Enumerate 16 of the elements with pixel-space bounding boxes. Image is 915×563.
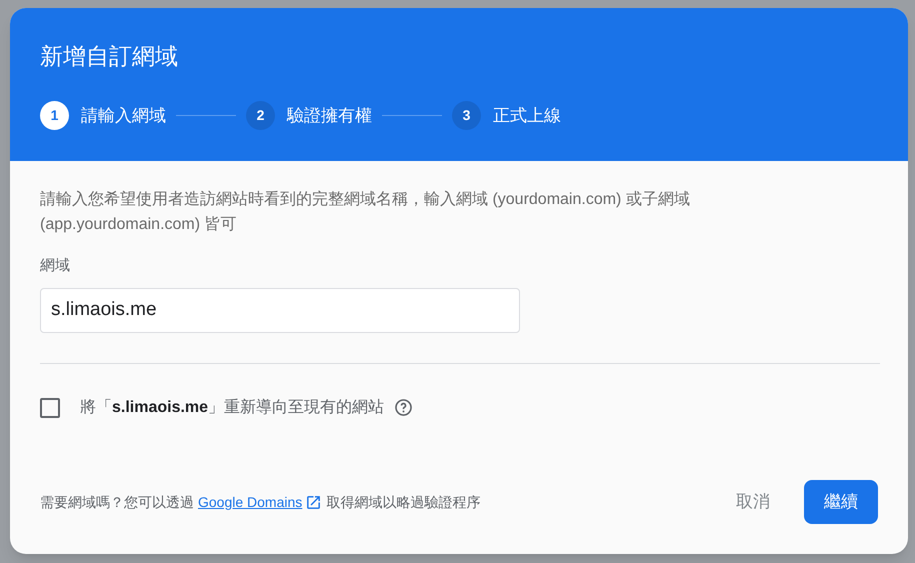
google-domains-link[interactable]: Google Domains bbox=[198, 492, 302, 512]
description: 請輸入您希望使用者造訪網站時看到的完整網域名稱，輸入網域 (yourdomain.com) 或子網域 (app.yourdomain.com) 皆可 bbox=[40, 190, 691, 235]
dialog-title: 新增自訂網域 bbox=[40, 42, 179, 71]
footer-text: 取得網域以略過驗證程序 bbox=[326, 492, 480, 512]
continue-button[interactable]: 繼續 bbox=[804, 480, 878, 524]
external-link-icon bbox=[305, 494, 322, 510]
redirect-checkbox[interactable] bbox=[40, 398, 60, 418]
field-label: 網域 bbox=[40, 256, 71, 276]
step: 2 驗證擁有權 bbox=[246, 101, 372, 130]
help-icon[interactable] bbox=[394, 398, 414, 417]
footer-text: 需要網域嗎？您可以透過 bbox=[40, 492, 194, 512]
redirect-label: 將「s.limaois.me」重新導向至現有的網站 bbox=[80, 398, 384, 418]
step: 3 正式上線 bbox=[452, 101, 561, 130]
step: 1 請輸入網域 bbox=[40, 101, 166, 130]
cancel-button[interactable]: 取消 bbox=[716, 480, 790, 524]
domain-field[interactable]: s.limaois.me bbox=[40, 288, 520, 332]
